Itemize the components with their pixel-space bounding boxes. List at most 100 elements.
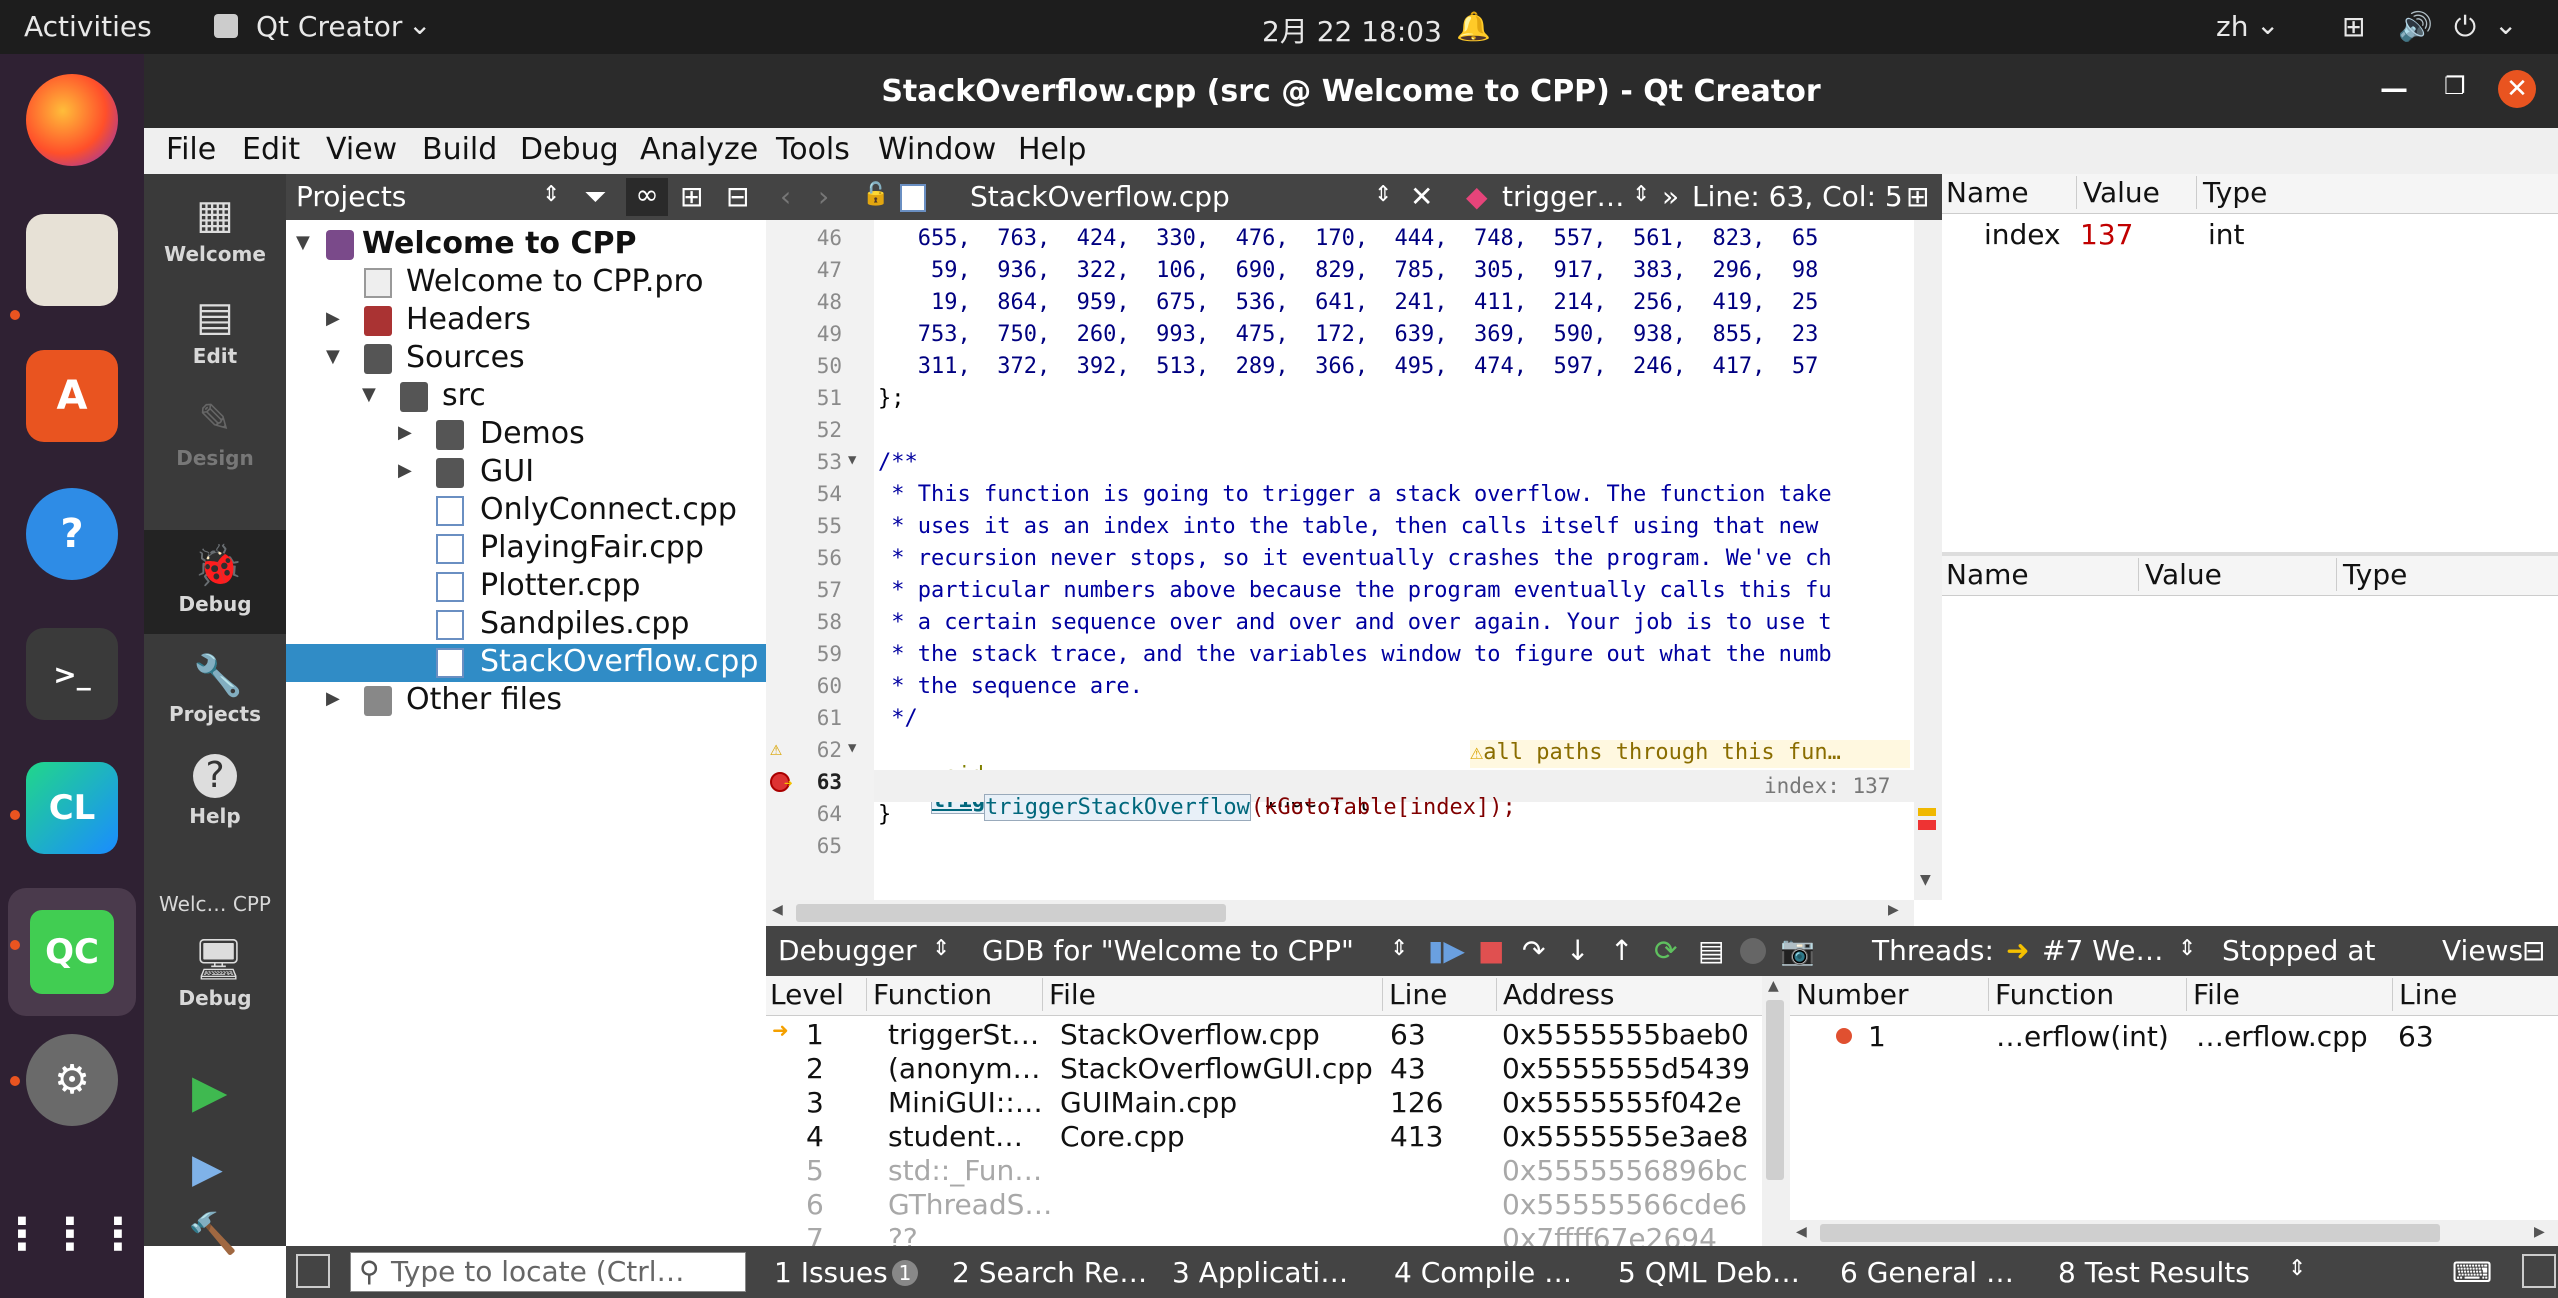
- column-header[interactable]: Number: [1796, 978, 1908, 1011]
- volume-icon[interactable]: 🔊: [2398, 10, 2433, 43]
- mode-projects[interactable]: 🔧 Projects: [144, 634, 286, 734]
- menu-help[interactable]: Help: [1018, 132, 1086, 167]
- column-header[interactable]: Type: [2336, 558, 2407, 591]
- software-center-icon[interactable]: A: [26, 350, 118, 442]
- locator-box[interactable]: ⚲ Type to locate (Ctrl…: [350, 1252, 746, 1292]
- minimize-panel-icon[interactable]: ⊟: [2522, 934, 2545, 967]
- mode-design[interactable]: ✎ Design: [144, 378, 286, 478]
- chevron-down-icon[interactable]: ⌄: [408, 8, 431, 41]
- menu-analyze[interactable]: Analyze: [640, 132, 758, 167]
- tree-item-pro[interactable]: Welcome to CPP.pro: [286, 264, 766, 302]
- qtcreator-dock-slot[interactable]: QC: [8, 888, 136, 1016]
- cursor-position[interactable]: Line: 63, Col: 5: [1692, 180, 1903, 213]
- menu-edit[interactable]: Edit: [242, 132, 300, 167]
- debug-run-icon[interactable]: ▶: [192, 1146, 223, 1192]
- run-icon[interactable]: ▶: [192, 1064, 227, 1118]
- activities-button[interactable]: Activities: [24, 10, 152, 43]
- tree-item-file[interactable]: Sandpiles.cpp: [286, 606, 766, 644]
- column-header[interactable]: Name: [1946, 558, 2029, 591]
- collapsed-arrow-icon[interactable]: ▶: [398, 422, 412, 443]
- scroll-right-icon[interactable]: ▶: [2534, 1224, 2545, 1240]
- scroll-left-icon[interactable]: ◀: [772, 902, 783, 918]
- column-header[interactable]: Function: [866, 978, 992, 1011]
- warning-annotation[interactable]: ⚠all paths through this fun…: [1470, 740, 1910, 768]
- toggle-sidebar-icon[interactable]: [296, 1254, 330, 1288]
- disassembly-icon[interactable]: ▤: [1698, 934, 1724, 967]
- menu-file[interactable]: File: [166, 132, 216, 167]
- forward-arrow-icon[interactable]: ›: [818, 180, 829, 213]
- show-apps-grid-icon[interactable]: ⋮⋮⋮: [0, 1188, 140, 1280]
- editor-vertical-scrollbar[interactable]: ▼: [1914, 220, 1942, 900]
- link-icon[interactable]: ∞: [626, 178, 668, 216]
- column-header[interactable]: Function: [1988, 978, 2114, 1011]
- restore-icon[interactable]: ❐: [2444, 72, 2466, 100]
- scroll-thumb[interactable]: [796, 904, 1226, 922]
- projects-view-selector[interactable]: Projects: [296, 180, 406, 213]
- collapsed-arrow-icon[interactable]: ▶: [326, 688, 340, 709]
- settings-gear-icon[interactable]: ⚙: [26, 1034, 118, 1126]
- clion-icon[interactable]: CL: [26, 762, 118, 854]
- output-pane-toggle-icon[interactable]: ⌨: [2452, 1256, 2492, 1289]
- mode-help[interactable]: ? Help: [144, 736, 286, 836]
- tab-general-messages[interactable]: 6 General …: [1840, 1256, 2014, 1289]
- step-into-icon[interactable]: ↓: [1566, 934, 1589, 967]
- mode-edit[interactable]: ▤ Edit: [144, 276, 286, 376]
- expand-arrow-icon[interactable]: ▼: [296, 232, 310, 253]
- column-header[interactable]: Line: [2392, 978, 2457, 1011]
- close-document-icon[interactable]: ✕: [1410, 180, 1433, 213]
- bell-icon[interactable]: 🔔: [1456, 10, 1491, 43]
- debugger-view-selector[interactable]: Debugger: [778, 934, 917, 967]
- locator-input[interactable]: Type to locate (Ctrl…: [391, 1255, 685, 1288]
- collapsed-arrow-icon[interactable]: ▶: [326, 308, 340, 329]
- code-editor[interactable]: 655, 763, 424, 330, 476, 170, 444, 748, …: [874, 220, 1914, 900]
- thread-selector[interactable]: #7 We…: [2042, 934, 2163, 967]
- step-out-icon[interactable]: ↑: [1610, 934, 1633, 967]
- scroll-down-icon[interactable]: ▼: [1920, 872, 1931, 888]
- record-icon[interactable]: [1740, 938, 1766, 964]
- tree-item-gui[interactable]: ▶ GUI: [286, 454, 766, 492]
- files-icon[interactable]: [26, 214, 118, 306]
- scroll-left-icon[interactable]: ◀: [1796, 1224, 1807, 1240]
- power-icon[interactable]: ⏻: [2454, 10, 2476, 44]
- locals-row[interactable]: index 137 int: [1942, 218, 2558, 252]
- split-icon[interactable]: ⊞: [1906, 180, 1929, 213]
- tab-test-results[interactable]: 8 Test Results: [2058, 1256, 2250, 1289]
- stack-row[interactable]: 6 GThreadS… 0x55555566cde6: [766, 1188, 1762, 1222]
- tree-item-root[interactable]: ▼ Welcome to CPP: [286, 226, 766, 264]
- kit-selector[interactable]: 🖥 Debug: [144, 918, 286, 1018]
- app-menu-button[interactable]: Qt Creator: [256, 10, 402, 43]
- scroll-thumb[interactable]: [1766, 1000, 1784, 1180]
- help-icon[interactable]: ?: [26, 488, 118, 580]
- menu-tools[interactable]: Tools: [776, 132, 850, 167]
- build-hammer-icon[interactable]: 🔨: [188, 1210, 238, 1257]
- tab-compile-output[interactable]: 4 Compile …: [1394, 1256, 1572, 1289]
- column-header[interactable]: Value: [2138, 558, 2222, 591]
- network-icon[interactable]: ⊞: [2342, 10, 2365, 43]
- stack-row[interactable]: 4 student… Core.cpp 413 0x5555555e3ae8: [766, 1120, 1762, 1154]
- scroll-right-icon[interactable]: ▶: [1888, 902, 1899, 918]
- terminal-icon[interactable]: >_: [26, 628, 118, 720]
- column-header[interactable]: Value: [2076, 176, 2160, 209]
- tree-item-headers[interactable]: ▶ Headers: [286, 302, 766, 340]
- input-method-button[interactable]: zh: [2216, 10, 2248, 43]
- scroll-thumb[interactable]: [1820, 1224, 2440, 1242]
- tab-qml-debugger[interactable]: 5 QML Deb…: [1618, 1256, 1800, 1289]
- stack-row[interactable]: 7 ?? 0x7ffff67e2694: [766, 1222, 1762, 1246]
- close-sidebar-icon[interactable]: ⊟: [726, 180, 749, 213]
- restart-icon[interactable]: ⟳: [1654, 934, 1677, 967]
- updown-icon[interactable]: ⇕: [2288, 1256, 2306, 1281]
- stack-row[interactable]: 3 MiniGUI::… GUIMain.cpp 126 0x5555555f0…: [766, 1086, 1762, 1120]
- collapsed-arrow-icon[interactable]: ▶: [398, 460, 412, 481]
- tree-item-sources[interactable]: ▼ Sources: [286, 340, 766, 378]
- column-header[interactable]: Address: [1496, 978, 1615, 1011]
- menu-window[interactable]: Window: [878, 132, 996, 167]
- editor-horizontal-scrollbar[interactable]: ◀ ▶: [766, 900, 1914, 926]
- column-header[interactable]: Line: [1382, 978, 1447, 1011]
- firefox-icon[interactable]: [26, 74, 118, 166]
- snapshot-icon[interactable]: 📷: [1780, 934, 1815, 967]
- stop-debugger-icon[interactable]: ■: [1478, 934, 1504, 967]
- mode-welcome[interactable]: ▦ Welcome: [144, 174, 286, 274]
- updown-icon[interactable]: ⇕: [542, 182, 560, 207]
- thread-row[interactable]: 1 …erflow(int) …erflow.cpp 63: [1790, 1020, 2558, 1054]
- tree-item-demos[interactable]: ▶ Demos: [286, 416, 766, 454]
